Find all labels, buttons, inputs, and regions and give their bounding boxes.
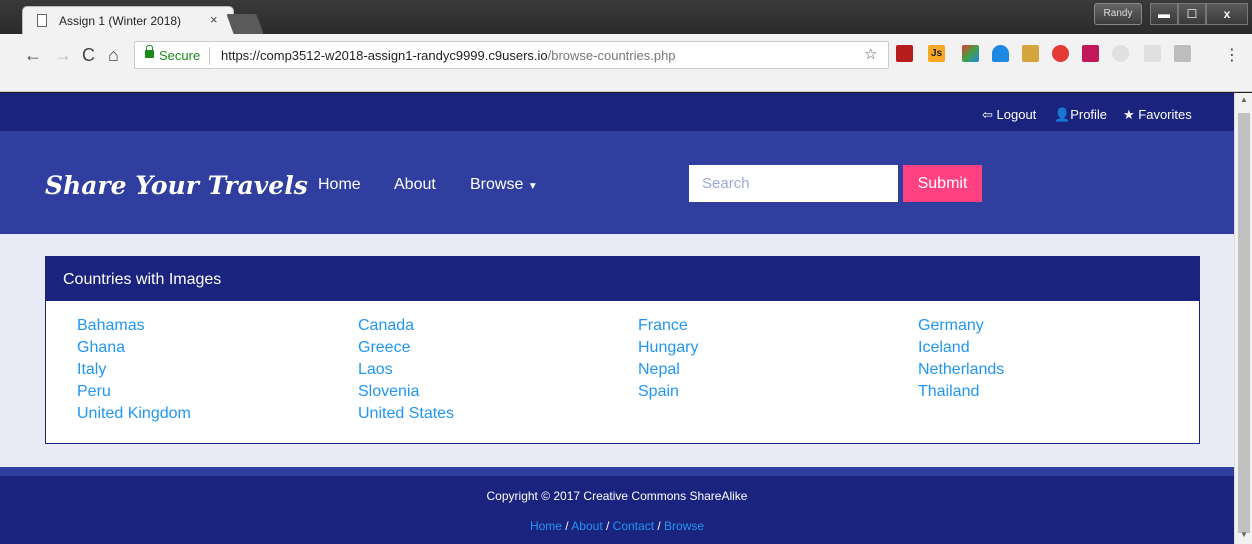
react-extension-icon[interactable] <box>1112 45 1129 62</box>
address-separator <box>209 47 210 65</box>
country-link[interactable]: Germany <box>918 317 984 335</box>
footer-separator: / <box>602 519 613 533</box>
country-link[interactable]: Italy <box>77 361 106 379</box>
country-link[interactable]: United States <box>358 405 454 423</box>
country-link[interactable]: Laos <box>358 361 393 379</box>
user-icon: 👤 <box>1054 107 1071 122</box>
back-button[interactable]: ← <box>24 45 42 66</box>
browser-toolbar: ← → C ⌂ Secure https://comp3512-w2018-as… <box>0 34 1252 92</box>
scroll-down-icon[interactable]: ▼ <box>1240 530 1248 539</box>
tab-title: Assign 1 (Winter 2018) <box>59 14 182 28</box>
panel-title: Countries with Images <box>63 271 222 288</box>
country-link[interactable]: France <box>638 317 688 335</box>
search-input[interactable] <box>689 165 898 202</box>
logout-link[interactable]: ⇦ Logout <box>982 107 1036 123</box>
scroll-thumb[interactable] <box>1238 113 1250 533</box>
country-link[interactable]: Hungary <box>638 339 698 357</box>
nav-browse-dropdown[interactable]: Browse ▼ <box>470 176 538 194</box>
tab-close-icon[interactable]: × <box>210 12 218 27</box>
lock-icon <box>145 45 154 58</box>
country-link[interactable]: Peru <box>77 383 111 401</box>
country-link[interactable]: Spain <box>638 383 679 401</box>
profile-user-button[interactable]: Randy <box>1094 3 1142 25</box>
favorites-label: Favorites <box>1138 107 1192 122</box>
main-navbar: Share Your Travels Home About Browse ▼ S… <box>0 131 1234 234</box>
home-button[interactable]: ⌂ <box>108 45 119 66</box>
close-window-button[interactable]: x <box>1206 3 1248 25</box>
top-user-bar: ⇦ Logout 👤Profile ★ Favorites <box>0 93 1234 131</box>
profile-link[interactable]: 👤Profile <box>1054 107 1107 123</box>
url-text[interactable]: https://comp3512-w2018-assign1-randyc999… <box>221 48 676 63</box>
nav-about[interactable]: About <box>394 176 436 194</box>
panel-header: Countries with Images <box>46 257 1199 301</box>
country-link[interactable]: Canada <box>358 317 414 335</box>
secure-label: Secure <box>159 48 201 63</box>
site-brand[interactable]: Share Your Travels <box>45 171 308 200</box>
url-path: /browse-countries.php <box>547 48 676 63</box>
url-host: https://comp3512-w2018-assign1-randyc999… <box>221 48 548 63</box>
puzzle-extension-icon[interactable] <box>1144 45 1161 62</box>
footer-links: Home / About / Contact / Browse <box>0 519 1234 533</box>
pdf-extension-icon[interactable] <box>896 45 913 62</box>
star-icon: ★ <box>1123 107 1135 122</box>
reload-button[interactable]: C <box>82 45 95 66</box>
browser-menu-icon[interactable]: ⋮ <box>1224 45 1240 65</box>
scroll-up-icon[interactable]: ▲ <box>1240 95 1248 104</box>
country-link[interactable]: Nepal <box>638 361 680 379</box>
browser-tab[interactable]: Assign 1 (Winter 2018) × <box>22 6 234 34</box>
grid-extension-icon[interactable] <box>1082 45 1099 62</box>
logout-icon: ⇦ <box>982 107 993 122</box>
caret-down-icon: ▼ <box>527 181 538 192</box>
footer-link-about[interactable]: About <box>571 519 602 533</box>
country-link[interactable]: Greece <box>358 339 410 357</box>
page-icon <box>37 14 47 27</box>
profile-label: Profile <box>1070 107 1108 122</box>
browser-window: Assign 1 (Winter 2018) × Randy ▬ ☐ x ← →… <box>0 0 1252 544</box>
country-link[interactable]: Thailand <box>918 383 979 401</box>
new-tab-button[interactable] <box>226 14 264 34</box>
country-link[interactable]: Iceland <box>918 339 970 357</box>
footer-link-home[interactable]: Home <box>530 519 562 533</box>
maximize-button[interactable]: ☐ <box>1178 3 1206 25</box>
footer-separator: / <box>654 519 665 533</box>
vue-extension-icon[interactable] <box>1174 45 1191 62</box>
vertical-scrollbar[interactable]: ▲ ▼ <box>1234 93 1252 544</box>
favorites-link[interactable]: ★ Favorites <box>1123 107 1192 123</box>
opera-extension-icon[interactable] <box>1052 45 1069 62</box>
footer-separator: / <box>561 519 572 533</box>
mortarboard-extension-icon[interactable] <box>992 45 1009 62</box>
submit-button[interactable]: Submit <box>903 165 982 202</box>
color-picker-extension-icon[interactable] <box>962 45 979 62</box>
copyright-text: Copyright © 2017 Creative Commons ShareA… <box>486 489 748 503</box>
page-viewport: ⇦ Logout 👤Profile ★ Favorites Share Your… <box>0 93 1234 544</box>
site-footer: Copyright © 2017 Creative Commons ShareA… <box>0 467 1234 544</box>
title-bar: Assign 1 (Winter 2018) × Randy ▬ ☐ x <box>0 0 1252 34</box>
minimize-button[interactable]: ▬ <box>1150 3 1178 25</box>
footer-link-browse[interactable]: Browse <box>664 519 704 533</box>
nav-home[interactable]: Home <box>318 176 361 194</box>
forward-button[interactable]: → <box>54 45 72 66</box>
footer-link-contact[interactable]: Contact <box>613 519 654 533</box>
js-extension-icon[interactable]: Js <box>928 45 945 62</box>
country-link[interactable]: Netherlands <box>918 361 1004 379</box>
country-link[interactable]: Bahamas <box>77 317 145 335</box>
tag-extension-icon[interactable] <box>1022 45 1039 62</box>
bookmark-star-icon[interactable]: ☆ <box>864 45 877 63</box>
countries-panel: Countries with Images Bahamas Canada Franc… <box>45 256 1200 444</box>
country-link[interactable]: United Kingdom <box>77 405 191 423</box>
logout-label: Logout <box>996 107 1037 122</box>
address-bar[interactable]: Secure https://comp3512-w2018-assign1-ra… <box>134 41 889 69</box>
nav-browse-label: Browse <box>470 176 524 193</box>
country-link[interactable]: Ghana <box>77 339 125 357</box>
footer-top-strip <box>0 467 1234 476</box>
country-link[interactable]: Slovenia <box>358 383 419 401</box>
